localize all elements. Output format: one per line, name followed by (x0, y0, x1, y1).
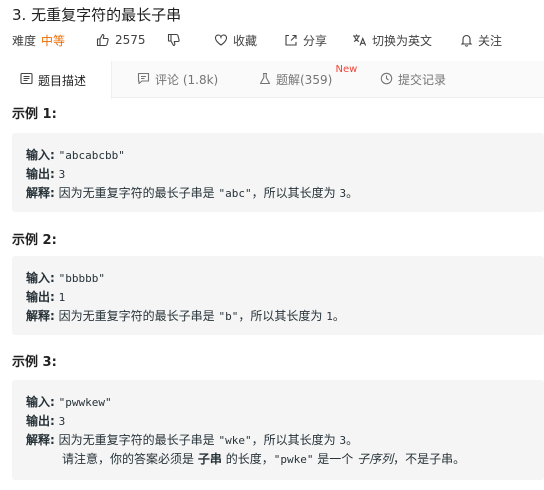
example-1-title: 示例 1: (12, 107, 57, 122)
difficulty-label: 难度 (12, 33, 37, 48)
example-3-block: 输入: "pwwkew" 输出: 3 解释: 因为无重复字符的最长子串是 "wk… (12, 380, 544, 480)
tab-solutions-label: 题解(359) (276, 73, 333, 87)
tab-comments[interactable]: 评论 (1.8k) (137, 61, 218, 98)
example-2-title: 示例 2: (12, 233, 57, 248)
example-1-output: 输出: 3 (26, 167, 66, 181)
tab-description-label: 题目描述 (38, 73, 87, 88)
bell-icon (460, 33, 473, 47)
thumbs-up-icon (96, 33, 110, 47)
problem-title: 3. 无重复字符的最长子串 (12, 6, 182, 24)
thumbs-down-icon (167, 33, 181, 47)
dislike-button[interactable] (167, 31, 181, 49)
share-label: 分享 (303, 33, 328, 48)
example-1-input: 输入: "abcabcbb" (26, 148, 125, 162)
difficulty-value: 中等 (41, 33, 66, 48)
heart-icon (214, 33, 228, 47)
follow-button[interactable]: 关注 (460, 31, 502, 49)
like-button[interactable]: 2575 (96, 31, 146, 49)
example-2-block: 输入: "bbbbb" 输出: 1 解释: 因为无重复字符的最长子串是 "b"，… (12, 256, 544, 335)
favorite-label: 收藏 (233, 33, 258, 48)
description-icon (20, 72, 33, 88)
follow-label: 关注 (478, 33, 503, 48)
comment-icon (137, 72, 150, 88)
tab-description[interactable]: 题目描述 (0, 61, 112, 99)
translate-icon (352, 33, 367, 47)
favorite-button[interactable]: 收藏 (214, 31, 257, 49)
share-icon (284, 33, 298, 47)
example-1-explanation: 解释: 因为无重复字符的最长子串是 "abc"，所以其长度为 3。 (26, 186, 359, 200)
example-3-note: 请注意，你的答案必须是 子串 的长度，"pwke" 是一个 子序列，不是子串。 (62, 452, 466, 466)
example-3-explanation: 解释: 因为无重复字符的最长子串是 "wke"，所以其长度为 3。 (26, 433, 359, 447)
example-3-title: 示例 3: (12, 355, 57, 370)
tab-submissions[interactable]: 提交记录 (380, 61, 446, 98)
like-count: 2575 (115, 33, 146, 47)
example-1-block: 输入: "abcabcbb" 输出: 3 解释: 因为无重复字符的最长子串是 "… (12, 133, 544, 212)
difficulty: 难度 中等 (12, 31, 65, 49)
switch-language-button[interactable]: 切换为英文 (352, 31, 432, 49)
flask-icon (259, 72, 271, 88)
clock-icon (380, 72, 393, 88)
tab-solutions[interactable]: 题解(359) New (259, 61, 357, 98)
example-2-output: 输出: 1 (26, 290, 66, 304)
switch-language-label: 切换为英文 (372, 33, 433, 48)
problem-meta-bar: 难度 中等 2575 收藏 分享 切换为英文 关注 (12, 31, 544, 49)
new-badge: New (335, 64, 358, 75)
example-2-input: 输入: "bbbbb" (26, 271, 105, 285)
problem-tabs: 题目描述 评论 (1.8k) 题解(359) New 提交记录 (0, 61, 544, 99)
tab-submissions-label: 提交记录 (398, 73, 447, 87)
share-button[interactable]: 分享 (284, 31, 327, 49)
example-3-input: 输入: "pwwkew" (26, 395, 112, 409)
example-2-explanation: 解释: 因为无重复字符的最长子串是 "b"，所以其长度为 1。 (26, 309, 345, 323)
example-3-output: 输出: 3 (26, 414, 66, 428)
tab-comments-label: 评论 (1.8k) (155, 73, 219, 87)
